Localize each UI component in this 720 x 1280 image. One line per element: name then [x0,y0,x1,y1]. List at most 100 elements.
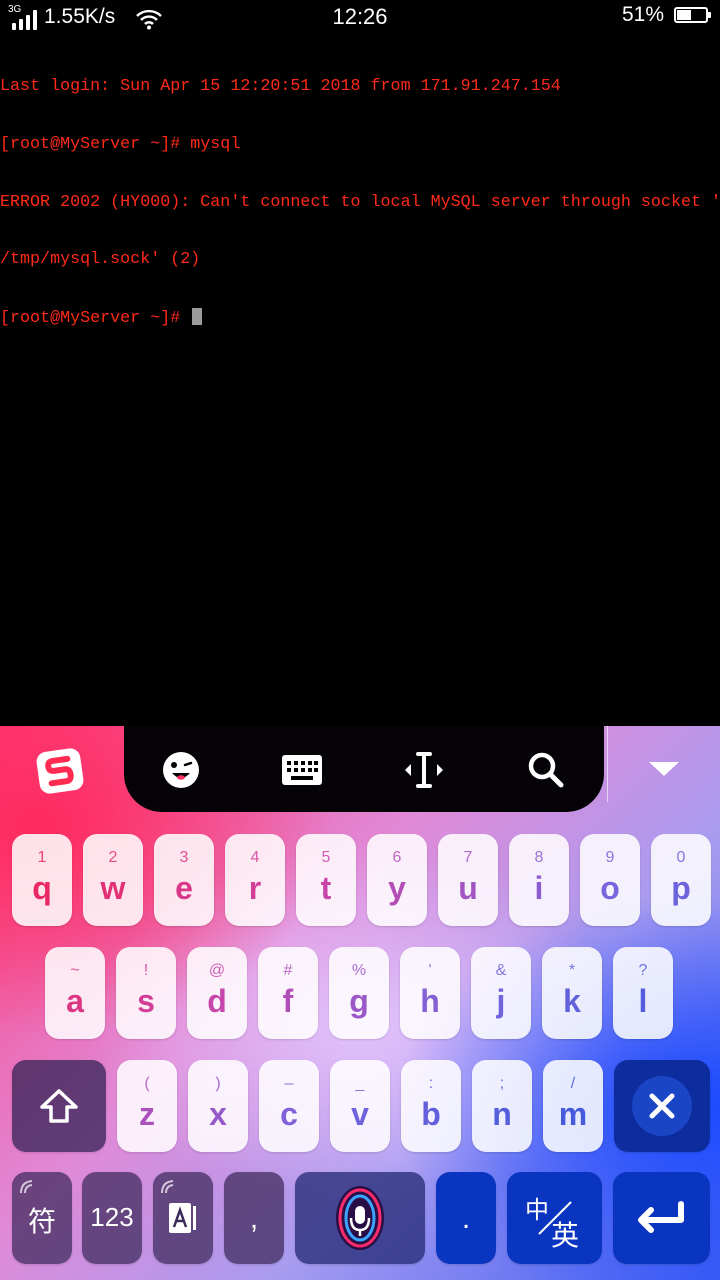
voice-hint-icon [20,1180,33,1194]
key-m[interactable]: / m [543,1060,603,1152]
symbols-key[interactable]: 符 [12,1172,72,1264]
terminal-prompt-line[interactable]: [root@MyServer ~]# [0,307,720,328]
battery-icon [674,7,711,23]
keyboard-toolbar [0,726,720,812]
key-label: z [139,1096,155,1132]
comma-key[interactable]: , [224,1172,284,1264]
keyboard-icon[interactable] [280,748,324,792]
key-label: f [282,983,294,1019]
key-q[interactable]: 1q [12,834,72,926]
terminal-line: ERROR 2002 (HY000): Can't connect to loc… [0,192,720,212]
key-t[interactable]: 5t [296,834,356,926]
key-secondary-label: 4 [250,849,260,866]
key-label: u [458,870,478,906]
key-secondary-label: ? [638,962,648,979]
soft-keyboard: 1q2w3e4r5t6y7u8i9o0p ~ a! s @ d # f% g ' h & j * k? l … [0,726,720,1280]
key-u[interactable]: 7u [438,834,498,926]
key-secondary-label: @ [208,962,226,979]
key-e[interactable]: 3e [154,834,214,926]
numbers-key[interactable]: 123 [82,1172,142,1264]
key-j[interactable]: & j [471,947,531,1039]
key-g[interactable]: % g [329,947,389,1039]
clipboard-icon [169,1203,196,1233]
key-secondary-label: ) [215,1075,221,1092]
terminal-line: /tmp/mysql.sock' (2) [0,250,201,270]
key-a[interactable]: ~ a [45,947,105,1039]
language-switch-key[interactable]: 中 英 [507,1172,602,1264]
key-secondary-label: / [570,1075,576,1092]
key-l[interactable]: ? l [613,947,673,1039]
key-secondary-label: 7 [463,849,473,866]
key-label: g [349,983,369,1019]
key-d[interactable]: @ d [187,947,247,1039]
terminal-line: Last login: Sun Apr 15 12:20:51 2018 fro… [0,77,561,97]
key-secondary-label: 8 [534,849,544,866]
numbers-label: 123 [90,1202,134,1232]
key-i[interactable]: 8i [509,834,569,926]
backspace-key[interactable] [614,1060,710,1152]
key-x[interactable]: ) x [188,1060,248,1152]
enter-icon [638,1201,684,1233]
clipboard-key[interactable] [153,1172,213,1264]
key-r[interactable]: 4r [225,834,285,926]
key-secondary-label: & [495,962,507,979]
microphone-icon [336,1186,384,1250]
key-secondary-label: – [284,1075,294,1092]
key-p[interactable]: 0p [651,834,711,926]
enter-key[interactable] [613,1172,710,1264]
cursor-move-icon[interactable] [402,748,446,792]
delete-icon [632,1076,692,1136]
battery-level [677,10,692,20]
terminal-prompt: [root@MyServer ~]# [0,308,191,328]
search-icon[interactable] [524,748,568,792]
key-secondary-label: 1 [37,849,47,866]
key-secondary-label: ' [428,962,432,979]
period-key[interactable]: . [436,1172,496,1264]
key-v[interactable]: _ v [330,1060,390,1152]
key-label: j [496,983,506,1019]
key-w[interactable]: 2w [83,834,143,926]
key-secondary-label: _ [355,1075,365,1092]
key-label: x [209,1096,227,1132]
key-y[interactable]: 6y [367,834,427,926]
key-k[interactable]: * k [542,947,602,1039]
period-label: . [461,1202,471,1235]
key-label: p [671,870,691,906]
key-secondary-label: % [351,962,367,979]
key-h[interactable]: ' h [400,947,460,1039]
key-label: r [248,870,262,906]
key-label: i [534,870,544,906]
key-s[interactable]: ! s [116,947,176,1039]
key-label: m [558,1096,588,1132]
key-label: q [32,870,52,906]
key-c[interactable]: – c [259,1060,319,1152]
key-z[interactable]: (z [117,1060,177,1152]
shift-key[interactable] [12,1060,106,1152]
key-f[interactable]: # f [258,947,318,1039]
voice-space-key[interactable] [295,1172,425,1264]
key-secondary-label: 5 [321,849,331,866]
key-label: b [421,1096,441,1132]
collapse-keyboard-icon[interactable] [642,754,686,784]
key-n[interactable]: ; n [472,1060,532,1152]
shift-icon [40,1089,78,1123]
key-label: n [492,1096,512,1132]
key-b[interactable]: :b [401,1060,461,1152]
sogou-logo-icon[interactable] [34,746,86,796]
comma-label: , [249,1202,259,1235]
key-secondary-label: ~ [70,962,80,979]
key-label: w [100,870,126,906]
emoji-icon[interactable] [159,748,203,792]
key-label: v [351,1096,369,1132]
battery-percent: 51% [621,3,664,26]
key-secondary-label: 0 [676,849,686,866]
terminal-output[interactable]: Last login: Sun Apr 15 12:20:51 2018 fro… [0,39,720,725]
key-secondary-label: * [568,962,576,979]
key-o[interactable]: 9o [580,834,640,926]
lang-bottom-label: 英 [551,1220,580,1251]
key-label: s [137,983,155,1019]
terminal-line: [root@MyServer ~]# mysql [0,135,241,154]
key-label: k [563,983,581,1019]
key-label: o [600,870,620,906]
key-secondary-label: ! [143,962,149,979]
